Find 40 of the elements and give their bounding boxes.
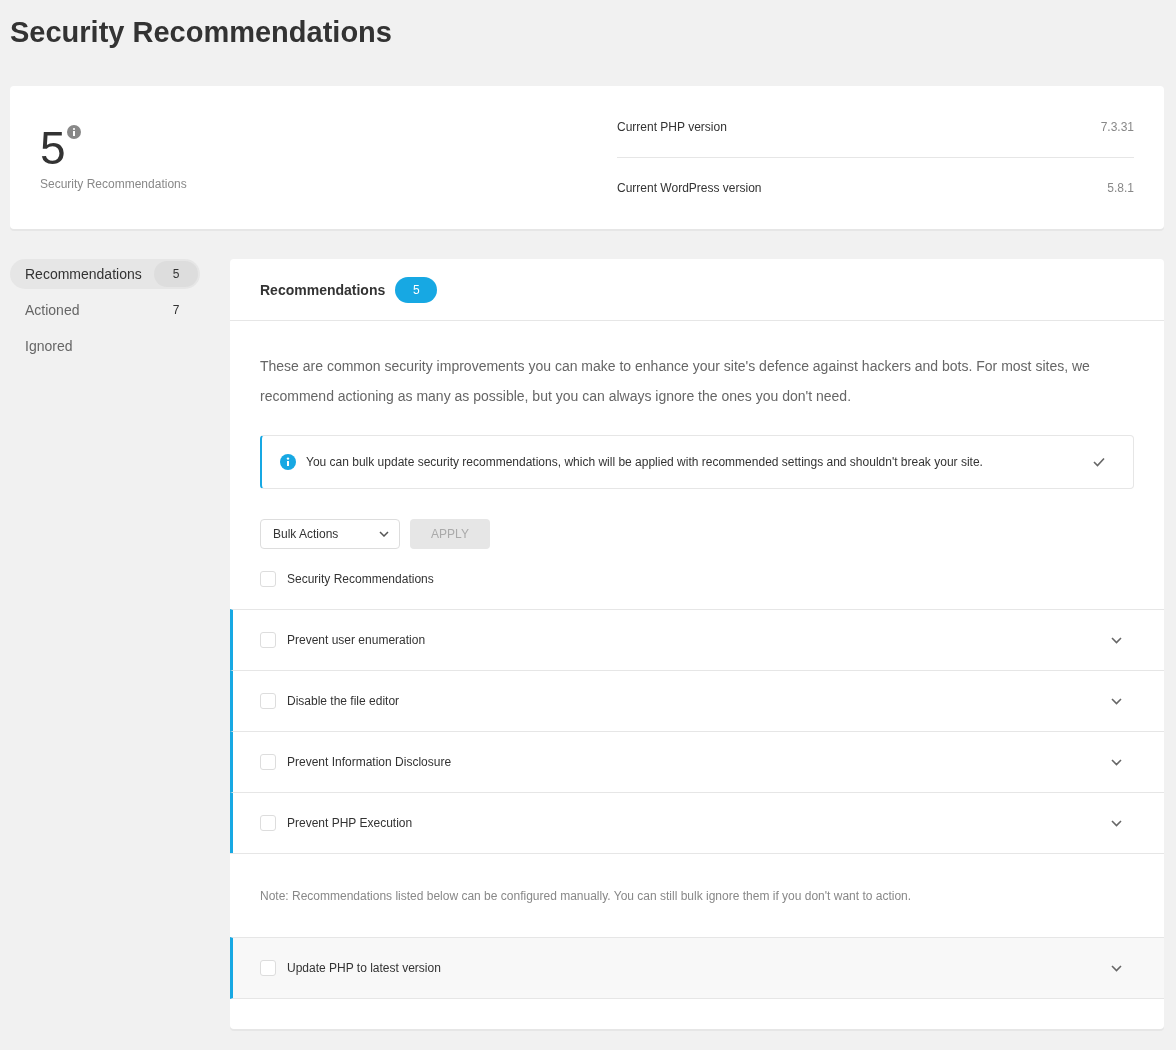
panel-title: Recommendations bbox=[260, 281, 386, 298]
sidebar-item[interactable]: Ignored bbox=[10, 331, 200, 361]
recommendation-label: Prevent user enumeration bbox=[287, 633, 427, 647]
info-icon bbox=[280, 454, 296, 470]
bulk-actions-dropdown[interactable]: Bulk Actions bbox=[260, 519, 400, 549]
sidebar-item[interactable]: Actioned 7 bbox=[10, 295, 200, 325]
recommendation-count: 5 bbox=[40, 124, 66, 171]
checkbox[interactable] bbox=[260, 754, 276, 770]
checkbox[interactable] bbox=[260, 571, 276, 587]
checkmark-icon[interactable] bbox=[1093, 457, 1105, 467]
recommendation-label: Prevent PHP Execution bbox=[287, 816, 414, 830]
checkbox[interactable] bbox=[260, 693, 276, 709]
recommendation-row[interactable]: Prevent Information Disclosure bbox=[230, 731, 1164, 792]
version-value: 5.8.1 bbox=[1107, 181, 1134, 195]
recommendation-label: Prevent Information Disclosure bbox=[287, 755, 453, 769]
count-badge: 5 bbox=[395, 276, 438, 303]
chevron-down-icon bbox=[379, 531, 389, 537]
recommendation-label: Update PHP to latest version bbox=[287, 961, 442, 975]
recommendation-row[interactable]: Disable the file editor bbox=[230, 670, 1164, 731]
recommendation-row[interactable]: Prevent user enumeration bbox=[230, 609, 1164, 670]
chevron-down-icon[interactable] bbox=[1111, 758, 1122, 766]
recommendation-label: Disable the file editor bbox=[287, 694, 401, 708]
select-all-label: Security Recommendations bbox=[287, 572, 434, 586]
info-icon[interactable] bbox=[66, 124, 81, 139]
recommendation-row[interactable]: Prevent PHP Execution bbox=[230, 792, 1164, 853]
version-label: Current PHP version bbox=[617, 120, 727, 134]
checkbox[interactable] bbox=[260, 960, 276, 976]
checkbox[interactable] bbox=[260, 815, 276, 831]
chevron-down-icon[interactable] bbox=[1111, 636, 1122, 644]
description-text: These are common security improvements you can make to enhance your site's defence against hackers and bots. For most sites, we recommend actioning as many as possible, but you can always ignore the ones you don't need. bbox=[260, 357, 1091, 406]
count-label: Security Recommendations bbox=[40, 176, 188, 191]
notice-text: You can bulk update security recommendations, which will be applied with recommended settings and shouldn't break your site. bbox=[306, 455, 984, 469]
chevron-down-icon[interactable] bbox=[1111, 697, 1122, 705]
chevron-down-icon[interactable] bbox=[1111, 964, 1122, 972]
page-title: Security Recommendations bbox=[10, 15, 393, 50]
chevron-down-icon[interactable] bbox=[1111, 819, 1122, 827]
checkbox[interactable] bbox=[260, 632, 276, 648]
version-label: Current WordPress version bbox=[617, 181, 762, 195]
sidebar-item[interactable]: Recommendations 5 bbox=[10, 259, 200, 289]
version-value: 7.3.31 bbox=[1100, 120, 1134, 134]
